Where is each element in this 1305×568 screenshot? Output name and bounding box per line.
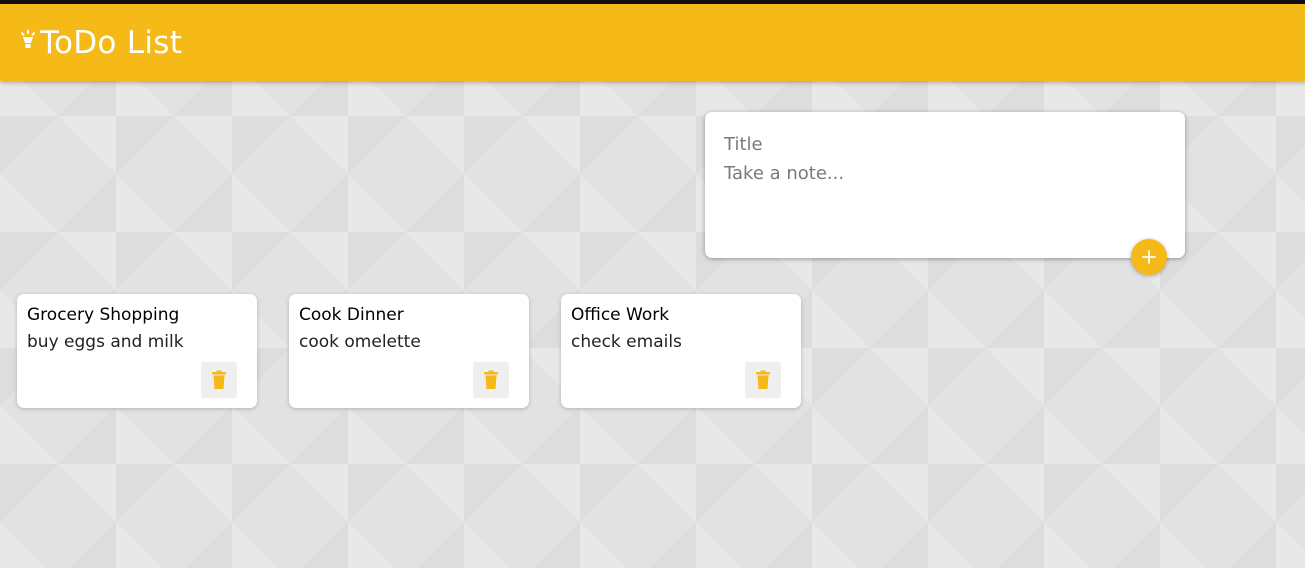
note-title: Grocery Shopping — [27, 305, 180, 325]
note-content: check emails — [571, 332, 682, 352]
trash-icon — [484, 370, 498, 389]
plus-icon — [1142, 250, 1156, 264]
note-content: cook omelette — [299, 332, 421, 352]
note-card: Office Work check emails — [561, 294, 801, 408]
note-title: Office Work — [571, 305, 670, 325]
app-title: ToDo List — [40, 24, 183, 61]
note-content-input[interactable] — [724, 163, 1164, 223]
lightbulb-icon — [20, 29, 36, 51]
note-title: Cook Dinner — [299, 305, 404, 325]
delete-note-button[interactable] — [745, 362, 781, 398]
note-title-input[interactable] — [724, 131, 1164, 157]
delete-note-button[interactable] — [473, 362, 509, 398]
trash-icon — [756, 370, 770, 389]
add-note-button[interactable] — [1131, 239, 1167, 275]
create-note-form — [705, 112, 1185, 275]
note-content: buy eggs and milk — [27, 332, 184, 352]
note-card: Cook Dinner cook omelette — [289, 294, 529, 408]
delete-note-button[interactable] — [201, 362, 237, 398]
app-header: ToDo List — [0, 4, 1305, 81]
trash-icon — [212, 370, 226, 389]
note-card: Grocery Shopping buy eggs and milk — [17, 294, 257, 408]
